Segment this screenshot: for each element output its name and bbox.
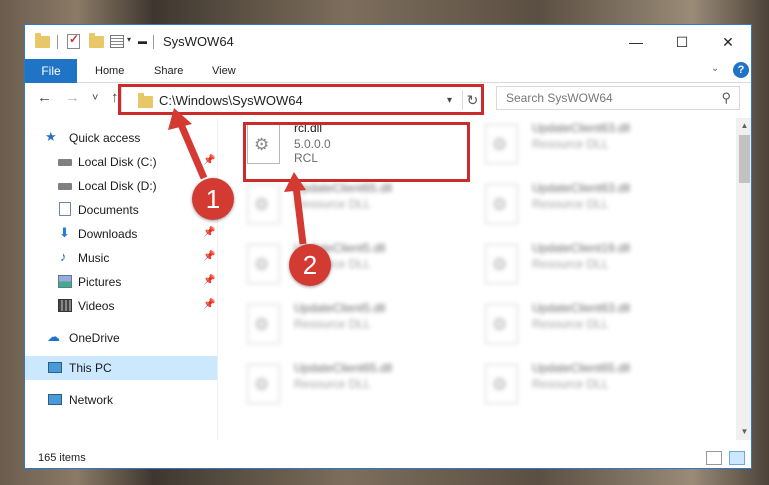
arrow-1-head: [168, 108, 192, 130]
arrow-1-line: [176, 120, 208, 180]
annotation-arrows: [168, 108, 307, 245]
arrow-2-line: [292, 185, 307, 245]
step-badge-1: 1: [192, 178, 234, 220]
arrow-2-head: [284, 172, 306, 192]
step-badge-2: 2: [289, 244, 331, 286]
